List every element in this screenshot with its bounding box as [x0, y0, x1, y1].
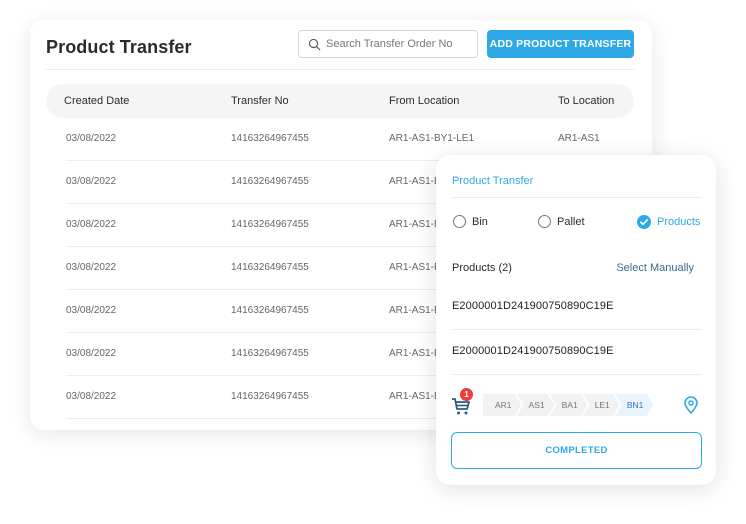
breadcrumb-item[interactable]: AR1 [483, 394, 522, 416]
divider [452, 374, 702, 375]
cell-created-date: 03/08/2022 [66, 305, 117, 316]
cart-count-badge: 1 [460, 388, 473, 401]
radio-unchecked-icon [538, 215, 551, 228]
cell-created-date: 03/08/2022 [66, 391, 117, 402]
product-item[interactable]: E2000001D241900750890C19E [452, 300, 614, 312]
breadcrumb-item[interactable]: BN1 [615, 394, 654, 416]
radio-pallet[interactable]: Pallet [538, 215, 585, 228]
product-transfer-panel: Product Transfer Bin Pallet Products Pro… [436, 155, 716, 485]
divider [452, 329, 702, 330]
completed-button[interactable]: COMPLETED [451, 432, 702, 469]
location-pin-icon[interactable] [683, 396, 699, 414]
transfer-type-options: Bin Pallet Products [452, 215, 704, 233]
search-field[interactable] [298, 30, 478, 58]
cell-transfer-no: 14163264967455 [231, 348, 309, 359]
products-count-label: Products (2) [452, 262, 512, 274]
breadcrumb-label: LE1 [594, 400, 610, 410]
cell-to-location: AR1-AS1 [558, 133, 600, 144]
cell-transfer-no: 14163264967455 [231, 219, 309, 230]
panel-title: Product Transfer [452, 175, 534, 187]
cell-created-date: 03/08/2022 [66, 348, 117, 359]
radio-bin[interactable]: Bin [453, 215, 488, 228]
search-icon [308, 38, 321, 50]
cell-transfer-no: 14163264967455 [231, 133, 309, 144]
product-item[interactable]: E2000001D241900750890C19E [452, 345, 614, 357]
add-product-transfer-button[interactable]: ADD PRODUCT TRANSFER [487, 30, 634, 58]
column-header-transfer-no[interactable]: Transfer No [231, 95, 289, 107]
cell-transfer-no: 14163264967455 [231, 391, 309, 402]
radio-products[interactable]: Products [637, 215, 700, 229]
radio-label: Pallet [557, 215, 585, 228]
radio-label: Products [657, 216, 701, 228]
breadcrumb-item[interactable]: BA1 [550, 394, 588, 416]
divider [46, 69, 634, 70]
column-header-to-location[interactable]: To Location [558, 95, 614, 107]
check-circle-icon [637, 215, 651, 229]
divider [452, 197, 702, 198]
cell-transfer-no: 14163264967455 [231, 176, 309, 187]
cell-created-date: 03/08/2022 [66, 176, 117, 187]
column-header-created-date[interactable]: Created Date [64, 95, 129, 107]
breadcrumb-label: AS1 [528, 400, 545, 410]
cell-from-location: AR1-AS1-BY1-LE1 [389, 133, 475, 144]
radio-unchecked-icon [453, 215, 466, 228]
cell-created-date: 03/08/2022 [66, 133, 117, 144]
breadcrumb-label: BA1 [561, 400, 578, 410]
page-title: Product Transfer [46, 37, 192, 57]
cell-transfer-no: 14163264967455 [231, 305, 309, 316]
search-input[interactable] [326, 38, 466, 50]
breadcrumb-label: AR1 [495, 400, 512, 410]
cell-created-date: 03/08/2022 [66, 219, 117, 230]
select-manually-link[interactable]: Select Manually [616, 262, 694, 274]
table-header: Created Date Transfer No From Location T… [46, 84, 634, 118]
radio-label: Bin [472, 215, 488, 228]
column-header-from-location[interactable]: From Location [389, 95, 459, 107]
breadcrumb-item[interactable]: LE1 [583, 394, 620, 416]
cell-created-date: 03/08/2022 [66, 262, 117, 273]
location-breadcrumb: AR1 AS1 BA1 LE1 BN1 [483, 394, 648, 416]
breadcrumb-label: BN1 [626, 400, 644, 410]
cell-transfer-no: 14163264967455 [231, 262, 309, 273]
breadcrumb-item[interactable]: AS1 [517, 394, 555, 416]
